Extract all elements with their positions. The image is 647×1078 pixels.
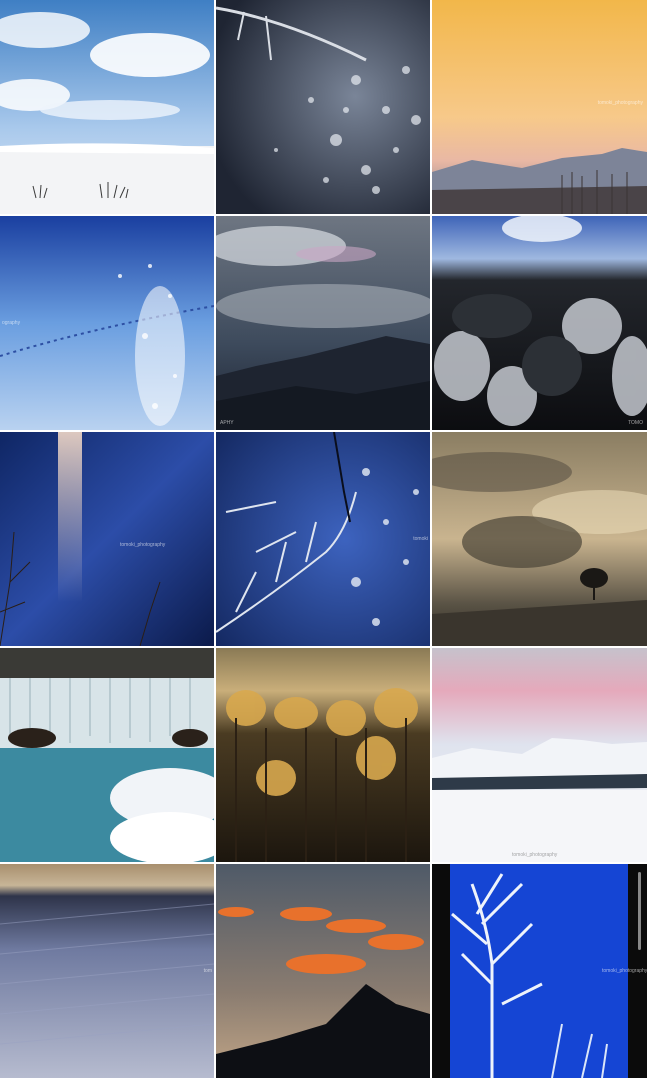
photo-watermark: tomoki_photography xyxy=(512,852,558,858)
photo-tile[interactable]: tomoki_photography xyxy=(0,432,214,646)
photo-tile[interactable] xyxy=(216,648,430,862)
photo-watermark: ography xyxy=(2,320,21,326)
photo-tile[interactable]: tomoki_photography xyxy=(432,0,647,214)
photo-tile[interactable]: TOMO xyxy=(432,216,647,430)
photo-tile[interactable] xyxy=(0,648,214,862)
photo-tile[interactable] xyxy=(432,432,647,646)
photo-watermark: tom xyxy=(203,968,212,974)
photo-watermark: tomoki_photography xyxy=(597,100,643,106)
photo-tile[interactable] xyxy=(216,0,430,214)
photo-watermark: tomoki_photography xyxy=(120,542,166,548)
photo-watermark: tomoki xyxy=(413,536,428,542)
photo-image xyxy=(216,216,430,430)
photo-watermark: APHY xyxy=(220,420,234,426)
photo-image xyxy=(216,432,430,646)
photo-image xyxy=(216,0,430,214)
photo-watermark: TOMO xyxy=(628,420,643,426)
photo-tile[interactable] xyxy=(216,864,430,1078)
photo-image xyxy=(216,648,430,862)
photo-image xyxy=(0,648,214,862)
photo-tile[interactable]: tomoki_photography xyxy=(432,864,647,1078)
photo-image xyxy=(432,216,647,430)
photo-tile[interactable]: ography xyxy=(0,216,214,430)
photo-tile[interactable]: tomoki xyxy=(216,432,430,646)
photo-tile[interactable]: tomoki_photography xyxy=(432,648,647,862)
photo-image xyxy=(0,432,214,646)
photo-image xyxy=(0,216,214,430)
photo-image xyxy=(0,864,214,1078)
photo-grid: tomoki_photography ography APHY TOMO tom… xyxy=(0,0,647,1078)
photo-image xyxy=(0,0,214,214)
photo-tile[interactable]: tom xyxy=(0,864,214,1078)
scrollbar[interactable] xyxy=(638,872,641,950)
photo-image xyxy=(432,432,647,646)
photo-image xyxy=(432,0,647,214)
photo-tile[interactable]: APHY xyxy=(216,216,430,430)
photo-image xyxy=(432,648,647,862)
photo-watermark: tomoki_photography xyxy=(602,968,647,974)
photo-image xyxy=(216,864,430,1078)
photo-tile[interactable] xyxy=(0,0,214,214)
